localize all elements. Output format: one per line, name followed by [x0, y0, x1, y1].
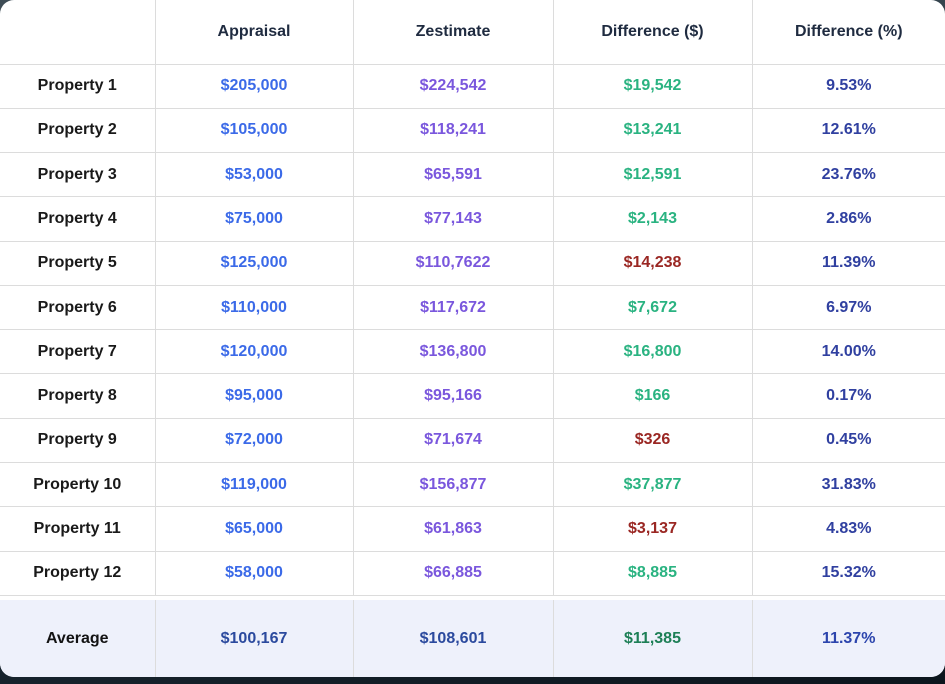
appraisal-cell: $75,000 — [155, 197, 353, 241]
zestimate-cell: $95,166 — [353, 374, 553, 418]
zestimate-cell: $136,800 — [353, 330, 553, 374]
table-row: Property 3 $53,000 $65,591 $12,591 23.76… — [0, 153, 945, 197]
percent-cell: 12.61% — [752, 108, 945, 152]
average-label-cell: Average — [0, 600, 155, 677]
table-row: Property 11 $65,000 $61,863 $3,137 4.83% — [0, 507, 945, 551]
appraisal-cell: $65,000 — [155, 507, 353, 551]
zestimate-cell: $224,542 — [353, 64, 553, 108]
row-label-cell: Property 12 — [0, 551, 155, 595]
row-label-cell: Property 5 — [0, 241, 155, 285]
difference-cell: $13,241 — [553, 108, 752, 152]
percent-cell: 23.76% — [752, 153, 945, 197]
zestimate-cell: $118,241 — [353, 108, 553, 152]
header-difference-dollars: Difference ($) — [553, 0, 752, 64]
percent-cell: 31.83% — [752, 463, 945, 507]
header-blank — [0, 0, 155, 64]
zestimate-cell: $65,591 — [353, 153, 553, 197]
table-row: Property 4 $75,000 $77,143 $2,143 2.86% — [0, 197, 945, 241]
appraisal-cell: $205,000 — [155, 64, 353, 108]
zestimate-cell: $71,674 — [353, 418, 553, 462]
zestimate-cell: $66,885 — [353, 551, 553, 595]
row-label-cell: Property 8 — [0, 374, 155, 418]
table-row: Property 8 $95,000 $95,166 $166 0.17% — [0, 374, 945, 418]
difference-cell: $3,137 — [553, 507, 752, 551]
difference-cell: $16,800 — [553, 330, 752, 374]
row-label-cell: Property 2 — [0, 108, 155, 152]
zestimate-cell: $110,7622 — [353, 241, 553, 285]
appraisal-cell: $119,000 — [155, 463, 353, 507]
row-label-cell: Property 10 — [0, 463, 155, 507]
table-row: Property 1 $205,000 $224,542 $19,542 9.5… — [0, 64, 945, 108]
average-appraisal-cell: $100,167 — [155, 600, 353, 677]
difference-cell: $37,877 — [553, 463, 752, 507]
appraisal-cell: $72,000 — [155, 418, 353, 462]
appraisal-cell: $110,000 — [155, 285, 353, 329]
appraisal-cell: $95,000 — [155, 374, 353, 418]
percent-cell: 0.45% — [752, 418, 945, 462]
difference-cell: $166 — [553, 374, 752, 418]
percent-cell: 6.97% — [752, 285, 945, 329]
table-header: Appraisal Zestimate Difference ($) Diffe… — [0, 0, 945, 64]
header-appraisal: Appraisal — [155, 0, 353, 64]
table-row: Property 6 $110,000 $117,672 $7,672 6.97… — [0, 285, 945, 329]
appraisal-cell: $58,000 — [155, 551, 353, 595]
row-label-cell: Property 7 — [0, 330, 155, 374]
table-row: Property 2 $105,000 $118,241 $13,241 12.… — [0, 108, 945, 152]
zestimate-cell: $117,672 — [353, 285, 553, 329]
average-row: Average $100,167 $108,601 $11,385 11.37% — [0, 600, 945, 677]
appraisal-cell: $125,000 — [155, 241, 353, 285]
difference-cell: $14,238 — [553, 241, 752, 285]
appraisal-cell: $53,000 — [155, 153, 353, 197]
average-zestimate-cell: $108,601 — [353, 600, 553, 677]
percent-cell: 0.17% — [752, 374, 945, 418]
average-percent-cell: 11.37% — [752, 600, 945, 677]
header-zestimate: Zestimate — [353, 0, 553, 64]
difference-cell: $19,542 — [553, 64, 752, 108]
zestimate-cell: $61,863 — [353, 507, 553, 551]
row-label-cell: Property 3 — [0, 153, 155, 197]
table-row: Property 12 $58,000 $66,885 $8,885 15.32… — [0, 551, 945, 595]
table-row: Property 7 $120,000 $136,800 $16,800 14.… — [0, 330, 945, 374]
percent-cell: 9.53% — [752, 64, 945, 108]
difference-cell: $2,143 — [553, 197, 752, 241]
zestimate-cell: $77,143 — [353, 197, 553, 241]
zestimate-cell: $156,877 — [353, 463, 553, 507]
comparison-table-card: Appraisal Zestimate Difference ($) Diffe… — [0, 0, 945, 677]
row-label-cell: Property 9 — [0, 418, 155, 462]
table-footer: Average $100,167 $108,601 $11,385 11.37% — [0, 595, 945, 677]
appraisal-cell: $120,000 — [155, 330, 353, 374]
row-label-cell: Property 6 — [0, 285, 155, 329]
appraisal-cell: $105,000 — [155, 108, 353, 152]
percent-cell: 2.86% — [752, 197, 945, 241]
table-row: Property 9 $72,000 $71,674 $326 0.45% — [0, 418, 945, 462]
row-label-cell: Property 1 — [0, 64, 155, 108]
appraisal-zestimate-table: Appraisal Zestimate Difference ($) Diffe… — [0, 0, 945, 677]
average-difference-cell: $11,385 — [553, 600, 752, 677]
table-body: Property 1 $205,000 $224,542 $19,542 9.5… — [0, 64, 945, 595]
difference-cell: $8,885 — [553, 551, 752, 595]
percent-cell: 4.83% — [752, 507, 945, 551]
header-difference-percent: Difference (%) — [752, 0, 945, 64]
difference-cell: $7,672 — [553, 285, 752, 329]
difference-cell: $326 — [553, 418, 752, 462]
table-row: Property 5 $125,000 $110,7622 $14,238 11… — [0, 241, 945, 285]
percent-cell: 14.00% — [752, 330, 945, 374]
difference-cell: $12,591 — [553, 153, 752, 197]
percent-cell: 15.32% — [752, 551, 945, 595]
row-label-cell: Property 4 — [0, 197, 155, 241]
percent-cell: 11.39% — [752, 241, 945, 285]
table-row: Property 10 $119,000 $156,877 $37,877 31… — [0, 463, 945, 507]
row-label-cell: Property 11 — [0, 507, 155, 551]
header-row: Appraisal Zestimate Difference ($) Diffe… — [0, 0, 945, 64]
